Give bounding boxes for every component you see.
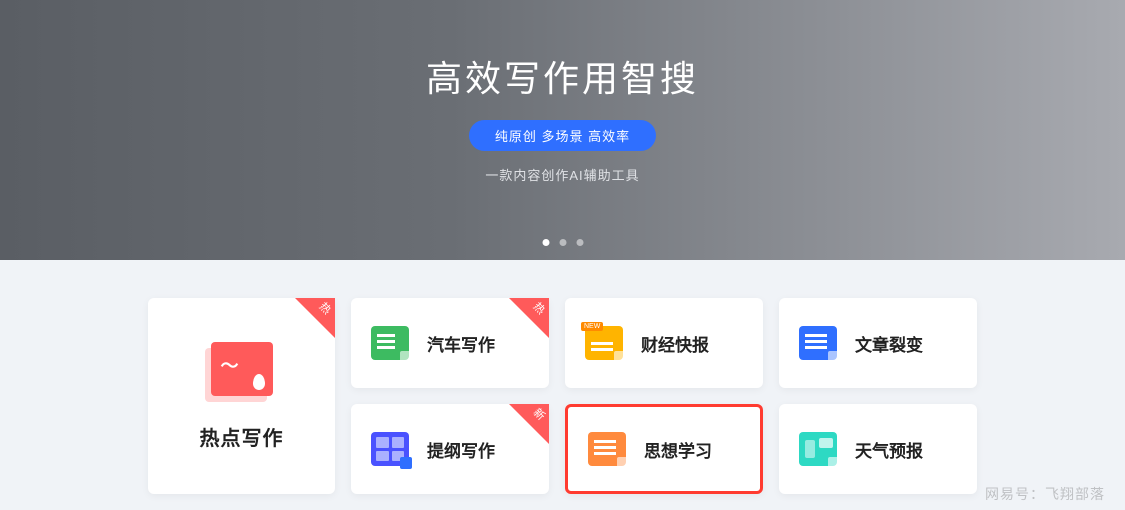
featured-card-label: 热点写作 — [200, 422, 284, 451]
carousel-dots[interactable] — [542, 239, 583, 246]
card-finance-news[interactable]: NEW 财经快报 — [565, 298, 763, 388]
card-label: 提纲写作 — [427, 437, 495, 462]
carousel-dot[interactable] — [542, 239, 549, 246]
card-label: 财经快报 — [641, 331, 709, 356]
grid-purple-icon — [371, 432, 409, 466]
card-article-split[interactable]: 文章裂变 — [779, 298, 977, 388]
card-label: 文章裂变 — [855, 331, 923, 356]
small-card-grid: 热 汽车写作 NEW 财经快报 文章裂变 新 提纲写作 思想学习 天气预报 — [351, 298, 977, 494]
carousel-dot[interactable] — [576, 239, 583, 246]
hero-title: 高效写作用智搜 — [426, 50, 699, 102]
card-thought-study[interactable]: 思想学习 — [565, 404, 763, 494]
document-orange-icon — [588, 432, 626, 466]
featured-card-hot-writing[interactable]: 热 〜 热点写作 — [148, 298, 335, 494]
hot-corner-tag: 热 — [295, 298, 335, 338]
document-yellow-icon: NEW — [585, 326, 623, 360]
card-weather-forecast[interactable]: 天气预报 — [779, 404, 977, 494]
corner-tag-text: 热 — [316, 298, 335, 317]
card-label: 天气预报 — [855, 437, 923, 462]
document-green-icon — [371, 326, 409, 360]
carousel-dot[interactable] — [559, 239, 566, 246]
weather-teal-icon — [799, 432, 837, 466]
hero-subtitle: 一款内容创作AI辅助工具 — [485, 165, 639, 184]
corner-tag-text: 热 — [530, 298, 549, 317]
card-auto-writing[interactable]: 热 汽车写作 — [351, 298, 549, 388]
category-grid: 热 〜 热点写作 热 汽车写作 NEW 财经快报 文章裂变 新 提纲写作 思想学 — [0, 260, 1125, 494]
hero-badge: 纯原创 多场景 高效率 — [469, 120, 656, 151]
hero-banner: 高效写作用智搜 纯原创 多场景 高效率 一款内容创作AI辅助工具 — [0, 0, 1125, 260]
card-label: 思想学习 — [644, 437, 712, 462]
corner-tag-text: 新 — [530, 404, 549, 423]
watermark-text: 网易号：飞翔部落 — [985, 484, 1105, 504]
document-blue-icon — [799, 326, 837, 360]
card-outline-writing[interactable]: 新 提纲写作 — [351, 404, 549, 494]
new-badge: NEW — [581, 322, 603, 331]
new-corner-tag: 新 — [509, 404, 549, 444]
hot-corner-tag: 热 — [509, 298, 549, 338]
card-label: 汽车写作 — [427, 331, 495, 356]
hot-writing-icon: 〜 — [211, 342, 273, 396]
